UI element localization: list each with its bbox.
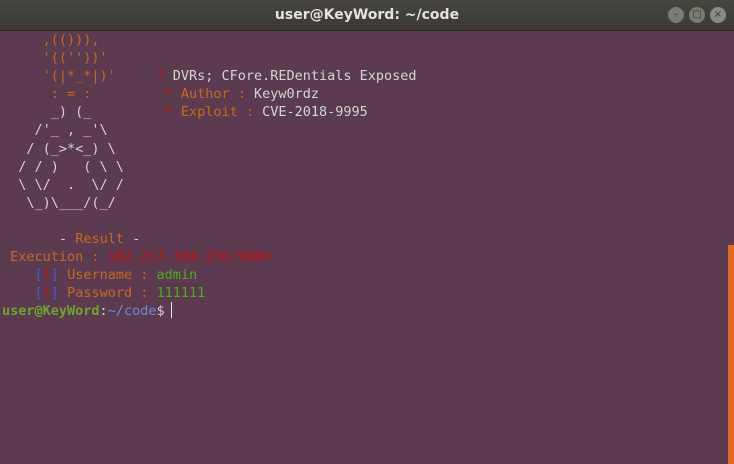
execution-label: Execution : — [10, 249, 100, 266]
result-dash-right: - — [132, 231, 141, 248]
username-value: admin — [156, 267, 198, 284]
art-line-9: \ \/ . \/ / — [2, 176, 124, 193]
exploit-value: CVE-2018-9995 — [262, 104, 368, 121]
window-title: user@KeyWord: ~/code — [274, 7, 460, 23]
result-header: Result — [75, 231, 124, 248]
prompt-symbol: $ — [156, 303, 165, 320]
exploit-label: Exploit : — [180, 104, 254, 121]
author-label: Author : — [180, 86, 246, 103]
terminal-output[interactable]: ,(())), '((''))' '(|*_*|)' * DVRs; CFore… — [2, 31, 728, 464]
info-bullet-3: * — [164, 104, 173, 121]
window-controls: – □ × — [668, 7, 726, 23]
art-line-4: : = : — [2, 86, 92, 103]
username-label: Username : — [67, 267, 149, 284]
scrollbar[interactable] — [728, 245, 734, 464]
title-bar[interactable]: user@KeyWord: ~/code – □ × — [0, 0, 734, 31]
password-label: Password : — [67, 285, 149, 302]
author-value: Keyw0rdz — [254, 86, 320, 103]
close-icon[interactable]: × — [710, 7, 726, 23]
username-alert-mark: ! — [42, 267, 51, 284]
username-bracket-close: ] — [50, 267, 59, 284]
shell-prompt[interactable]: user@KeyWord:~/code$ — [2, 302, 728, 320]
password-bracket-close: ] — [50, 285, 59, 302]
terminal-window: user@KeyWord: ~/code – □ × ,(())), '((''… — [0, 0, 734, 464]
password-value: 111111 — [156, 285, 206, 302]
art-line-10: \_)\___/(_/ — [2, 194, 116, 211]
password-bracket-open: [ — [34, 285, 43, 302]
art-line-2: '((''))' — [2, 50, 108, 67]
password-alert-mark: ! — [42, 285, 51, 302]
prompt-user-host: user@KeyWord — [2, 303, 100, 320]
maximize-icon[interactable]: □ — [689, 7, 705, 23]
prompt-colon: : — [99, 303, 108, 320]
info-bullet-1: * — [156, 68, 165, 85]
execution-value: 182.217.104.230:9000 — [107, 249, 271, 266]
art-line-6: /'_ , _'\ — [2, 122, 108, 139]
art-line-3: '(|*_*|)' — [2, 68, 116, 85]
art-line-8: / / ) ( \ \ — [2, 158, 124, 175]
username-bracket-open: [ — [34, 267, 43, 284]
result-dash-left: - — [58, 231, 68, 248]
prompt-path: ~/code — [107, 303, 157, 320]
art-line-7: / (_>*<_) \ — [2, 140, 116, 157]
info-bullet-2: * — [164, 86, 173, 103]
art-line-5: _) (_ — [2, 104, 92, 121]
minimize-icon[interactable]: – — [668, 7, 684, 23]
info-title: DVRs; CFore.REDentials Exposed — [172, 68, 417, 85]
art-line-1: ,(())), — [2, 32, 100, 48]
text-cursor[interactable] — [170, 302, 172, 319]
